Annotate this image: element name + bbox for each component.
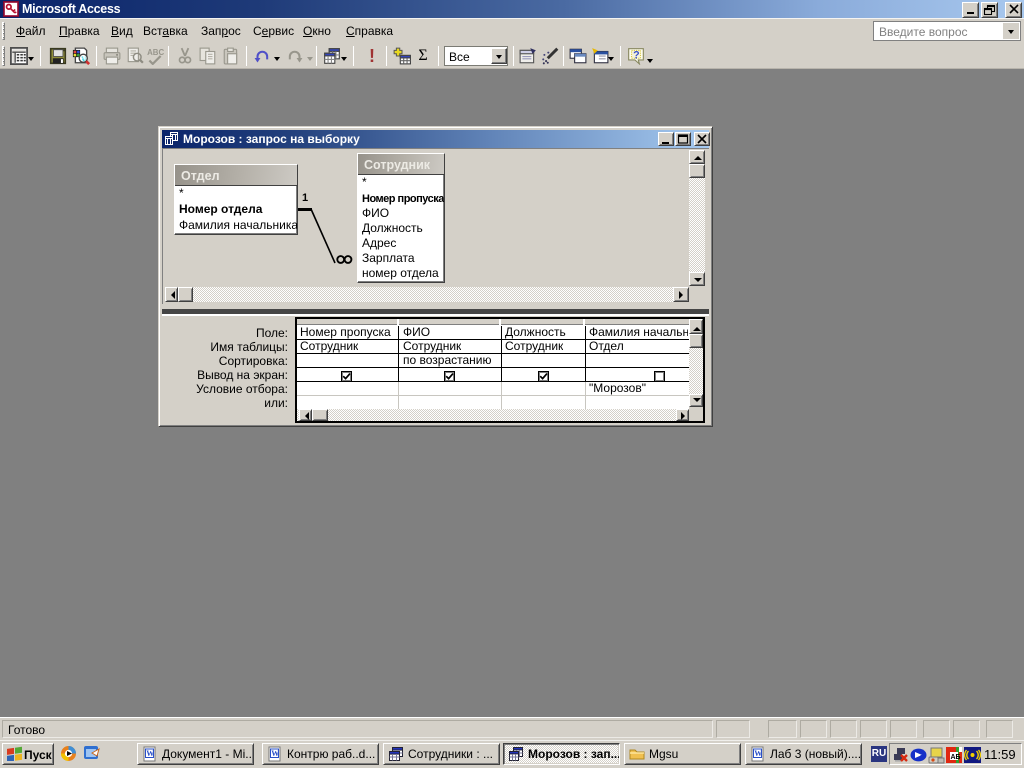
svg-text:W: W	[271, 749, 279, 758]
svg-text:ABC: ABC	[147, 48, 164, 57]
svg-text:W: W	[146, 749, 154, 758]
svg-text:АБ: АБ	[951, 754, 961, 761]
svg-text:W: W	[754, 749, 762, 758]
svg-text:?: ?	[633, 49, 640, 61]
